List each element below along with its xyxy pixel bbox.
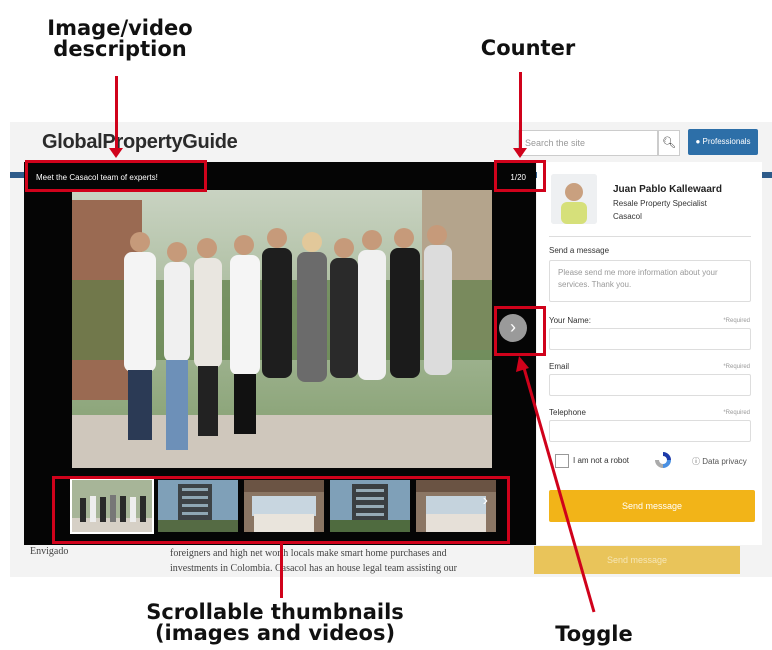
annotation-thumbnails-arrow xyxy=(280,544,283,598)
annotation-thumbnails-box xyxy=(52,476,510,544)
annotation-toggle-arrow xyxy=(516,356,596,613)
